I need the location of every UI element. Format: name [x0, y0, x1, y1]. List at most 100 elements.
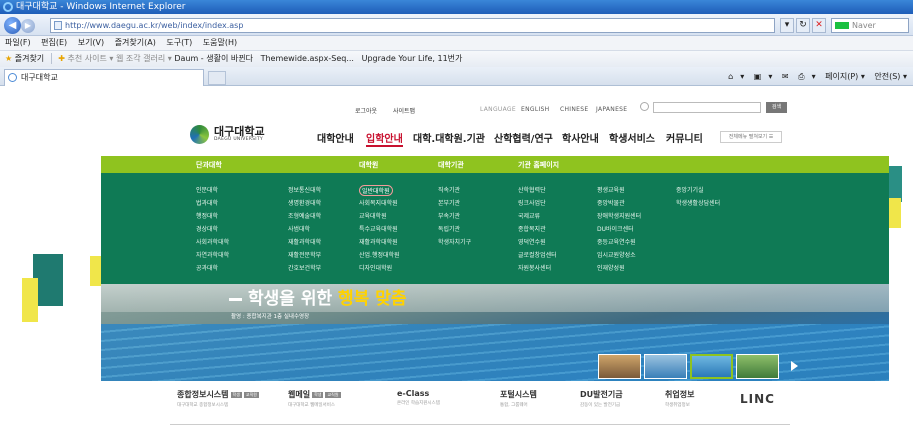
logout-link[interactable]: 로그아웃: [355, 106, 377, 115]
mega-menu-item[interactable]: 법과대학: [196, 198, 218, 207]
thumbnail[interactable]: [644, 354, 687, 379]
gnb-admission[interactable]: 입학안내: [366, 130, 403, 147]
mega-menu-item[interactable]: 경상대학: [196, 224, 218, 233]
menu-tools[interactable]: 도구(T): [166, 38, 192, 47]
address-bar[interactable]: http://www.daegu.ac.kr/web/index/index.a…: [50, 18, 775, 33]
mega-menu-item[interactable]: 사회과학대학: [196, 237, 229, 246]
mail-icon[interactable]: ✉: [782, 72, 789, 81]
lang-japanese[interactable]: JAPANESE: [596, 106, 627, 113]
linc-logo[interactable]: LINC: [740, 392, 775, 406]
suggested-sites[interactable]: 추천 사이트 ▾: [68, 54, 114, 63]
mega-menu-item[interactable]: 국제교류: [518, 211, 540, 220]
thumbnail-active[interactable]: [690, 354, 733, 379]
quick-link-jobs[interactable]: 취업정보 학생취업정보: [665, 389, 694, 408]
badge[interactable]: 학생: [230, 391, 242, 398]
mega-menu-item[interactable]: 사범대학: [288, 224, 310, 233]
menu-favorites[interactable]: 즐겨찾기(A): [115, 38, 156, 47]
fav-link-themewide[interactable]: Themewide.aspx-Seq...: [261, 54, 354, 63]
mega-menu-item[interactable]: 중등교육연수원: [597, 237, 636, 246]
favorites-star-icon[interactable]: ★: [5, 54, 12, 63]
new-tab-button[interactable]: [208, 71, 226, 85]
mega-menu-item[interactable]: 디자인대학원: [359, 263, 392, 272]
mega-menu-item[interactable]: 공과대학: [196, 263, 218, 272]
dropdown-icon[interactable]: ▾: [780, 18, 794, 33]
fav-link-daum[interactable]: Daum - 생활이 바뀐다: [174, 54, 253, 63]
site-search-button[interactable]: 검색: [766, 102, 787, 113]
mega-menu-item[interactable]: 교육대학원: [359, 211, 387, 220]
safety-menu[interactable]: 안전(S) ▾: [874, 72, 907, 81]
mega-menu-item[interactable]: 본부기관: [438, 198, 460, 207]
gnb-community[interactable]: 커뮤니티: [666, 130, 703, 145]
menu-edit[interactable]: 편집(E): [41, 38, 67, 47]
mega-menu-item[interactable]: 글로컬창업센터: [518, 250, 557, 259]
gnb-academic[interactable]: 학사안내: [562, 130, 599, 145]
menu-view[interactable]: 보기(V): [78, 38, 104, 47]
mega-menu-item[interactable]: 자연과학대학: [196, 250, 229, 259]
search-field[interactable]: Naver: [831, 18, 909, 33]
mega-menu-item[interactable]: 인재양성원: [597, 263, 625, 272]
add-favorite-icon[interactable]: ✚: [58, 54, 65, 63]
mega-menu-item[interactable]: 중앙기기실: [676, 185, 704, 194]
mega-menu-item[interactable]: 정보통신대학: [288, 185, 321, 194]
quick-link-webmail[interactable]: 웹메일 학생 교직원 대구대학교 웹메일서비스: [288, 389, 341, 408]
next-arrow-icon[interactable]: [791, 361, 798, 371]
thumbnail[interactable]: [598, 354, 641, 379]
quick-link-portal[interactable]: 포털시스템 통합, 그룹웨어: [500, 389, 537, 408]
mega-menu-item[interactable]: 직속기관: [438, 185, 460, 194]
feeds-dropdown[interactable]: ▾: [768, 72, 772, 81]
quick-link-info-system[interactable]: 종합정보시스템 학생 교직원 대구대학교 종합정보시스템: [177, 389, 259, 408]
quick-link-development-fund[interactable]: DU발전기금 감동이 있는 발전기금: [580, 389, 623, 408]
browser-tab[interactable]: 대구대학교: [4, 69, 204, 86]
mega-header-institutions[interactable]: 대학기관: [438, 160, 464, 170]
mega-menu-item[interactable]: DU바이크센터: [597, 224, 634, 233]
mega-menu-item[interactable]: 재활전문학부: [288, 250, 321, 259]
mega-menu-item[interactable]: 종합복지관: [518, 224, 546, 233]
site-search-input[interactable]: [653, 102, 761, 113]
mega-header-homepages[interactable]: 기관 홈페이지: [518, 160, 559, 170]
thumbnail[interactable]: [736, 354, 779, 379]
mega-header-colleges[interactable]: 단과대학: [196, 160, 222, 170]
mega-menu-item[interactable]: 장애학생지원센터: [597, 211, 641, 220]
fav-link-11st[interactable]: Upgrade Your Life, 11번가: [362, 54, 463, 63]
mega-menu-item[interactable]: 임시교원양성소: [597, 250, 636, 259]
mega-header-graduate[interactable]: 대학원: [359, 160, 378, 170]
menu-file[interactable]: 파일(F): [5, 38, 31, 47]
gnb-about[interactable]: 대학안내: [317, 130, 354, 145]
sitemap-link[interactable]: 사이트맵: [393, 106, 415, 115]
home-dropdown[interactable]: ▾: [740, 72, 744, 81]
favorites-button[interactable]: 즐겨찾기: [15, 54, 44, 63]
mega-menu-item[interactable]: 생명환경대학: [288, 198, 321, 207]
mega-menu-item[interactable]: 링크사업단: [518, 198, 546, 207]
mega-menu-item[interactable]: 일반대학원: [359, 185, 393, 196]
mega-menu-item[interactable]: 간호보건학부: [288, 263, 321, 272]
lang-chinese[interactable]: CHINESE: [560, 106, 588, 113]
menu-help[interactable]: 도움말(H): [203, 38, 237, 47]
mega-menu-item[interactable]: 산업.행정대학원: [359, 250, 400, 259]
mega-menu-item[interactable]: 독립기관: [438, 224, 460, 233]
gnb-student-services[interactable]: 학생서비스: [609, 130, 655, 145]
mega-menu-item[interactable]: 재활과학대학: [288, 237, 321, 246]
page-menu[interactable]: 페이지(P) ▾: [825, 72, 865, 81]
home-icon[interactable]: ⌂: [728, 72, 733, 81]
print-dropdown[interactable]: ▾: [812, 72, 816, 81]
mega-menu-item[interactable]: 자원봉사센터: [518, 263, 551, 272]
badge[interactable]: 교직원: [325, 391, 341, 398]
feeds-icon[interactable]: ▣: [754, 72, 762, 81]
mega-menu-item[interactable]: 인문대학: [196, 185, 218, 194]
mega-menu-item[interactable]: 사회복지대학원: [359, 198, 398, 207]
refresh-icon[interactable]: ↻: [796, 18, 810, 33]
mega-menu-item[interactable]: 학생생활상담센터: [676, 198, 720, 207]
badge[interactable]: 학생: [312, 391, 324, 398]
web-slice-gallery[interactable]: 웹 조각 갤러리 ▾: [116, 54, 172, 63]
mega-menu-item[interactable]: 조형예술대학: [288, 211, 321, 220]
forward-button[interactable]: ▶: [21, 19, 35, 33]
gnb-research[interactable]: 산학협력/연구: [494, 130, 553, 145]
mega-menu-item[interactable]: 영덕연수원: [518, 237, 546, 246]
mega-menu-item[interactable]: 산학협력단: [518, 185, 546, 194]
quick-link-eclass[interactable]: e-Class 온라인 학습지원시스템: [397, 389, 440, 406]
mega-menu-item[interactable]: 학생자치기구: [438, 237, 471, 246]
back-button[interactable]: ◀: [4, 17, 21, 34]
mega-menu-item[interactable]: 평생교육원: [597, 185, 625, 194]
badge[interactable]: 교직원: [243, 391, 259, 398]
mega-menu-item[interactable]: 중앙박물관: [597, 198, 625, 207]
